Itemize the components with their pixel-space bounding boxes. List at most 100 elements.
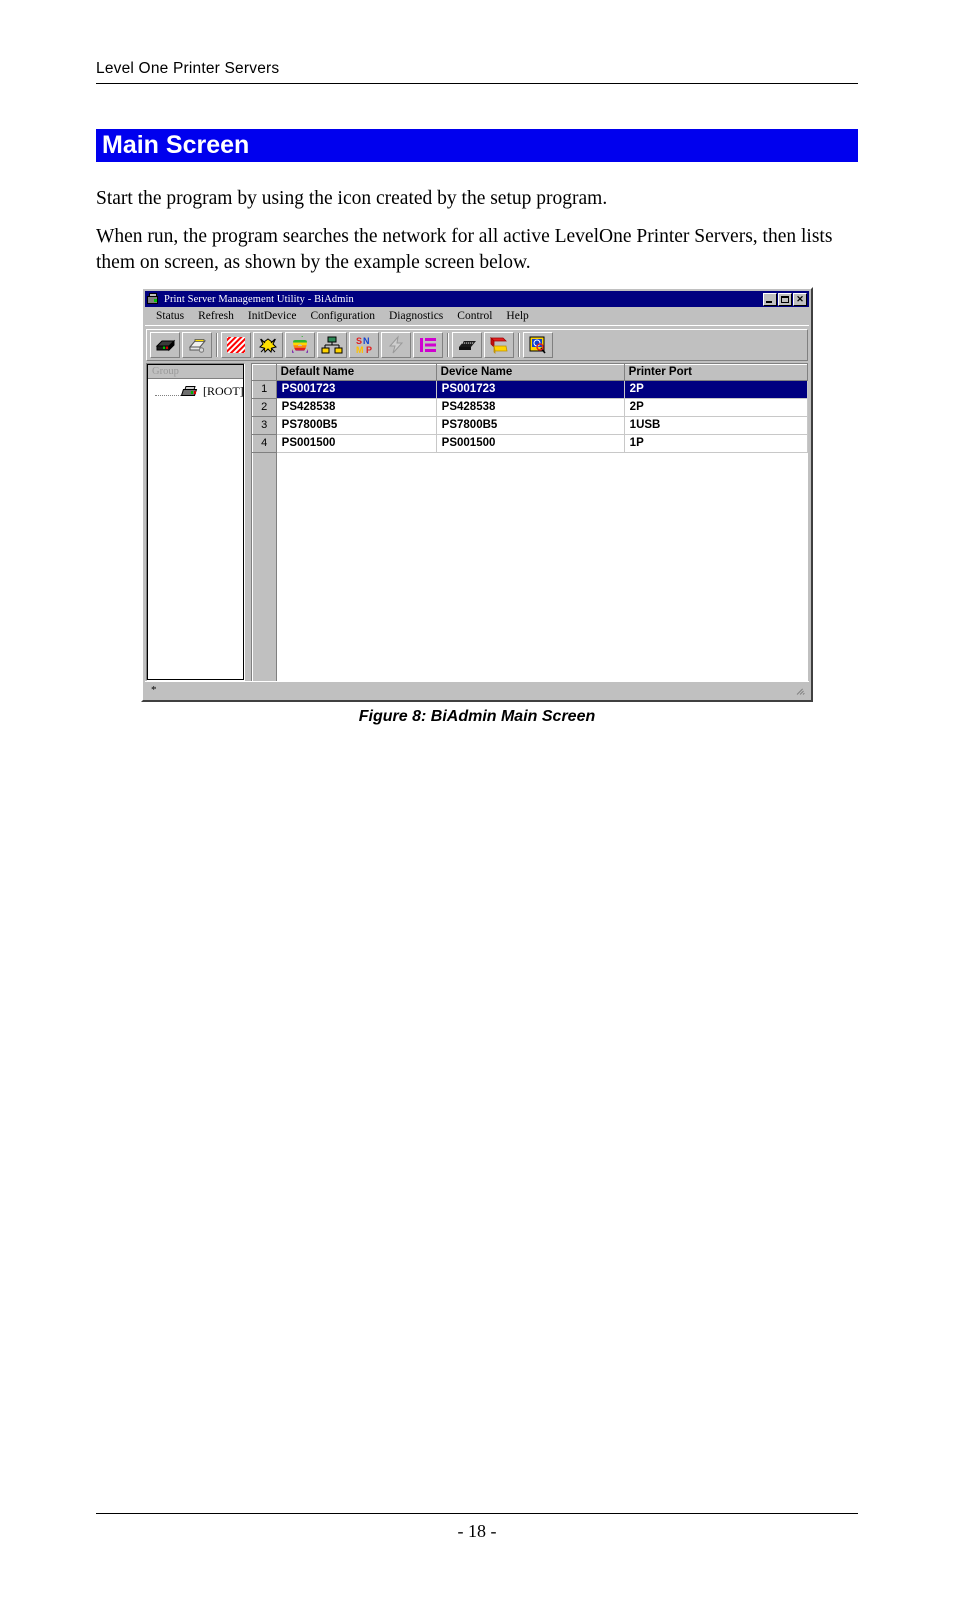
biadmin-window: Print Server Management Utility - BiAdmi… xyxy=(141,287,813,702)
svg-text:M: M xyxy=(356,345,364,355)
print-server-icon xyxy=(180,386,198,397)
row-index[interactable]: 2 xyxy=(251,398,277,417)
figure-caption: Figure 8: BiAdmin Main Screen xyxy=(358,708,596,725)
toolbar-button-firmware[interactable] xyxy=(452,332,482,358)
table-header-row: Default Name Device Name Printer Port xyxy=(251,364,808,381)
import-export-icon xyxy=(488,335,510,355)
running-header-text: Level One Printer Servers xyxy=(96,60,280,77)
row-index[interactable]: 3 xyxy=(251,416,277,435)
table-row[interactable]: 3 PS7800B5 PS7800B5 1USB xyxy=(251,416,808,435)
toolbar-button-web-admin[interactable] xyxy=(523,332,553,358)
window-title: Print Server Management Utility - BiAdmi… xyxy=(164,293,354,305)
column-header-default-name[interactable]: Default Name xyxy=(275,364,437,381)
section-heading-band: Main Screen xyxy=(96,129,858,162)
minimize-button[interactable] xyxy=(763,292,777,306)
status-text: * xyxy=(151,683,157,696)
cell-device-name: PS001500 xyxy=(436,434,625,453)
row-index[interactable]: 4 xyxy=(251,434,277,453)
toolbar-button-logical-port[interactable] xyxy=(413,332,443,358)
menu-item-initdevice[interactable]: InitDevice xyxy=(241,310,304,323)
header-rule xyxy=(96,83,858,84)
logical-port-icon xyxy=(417,335,439,355)
firmware-chip-icon xyxy=(456,335,478,355)
app-icon xyxy=(146,292,160,306)
toolbar-button-tcpip[interactable] xyxy=(317,332,347,358)
toolbar-button-netbeui[interactable] xyxy=(253,332,283,358)
empty-cell xyxy=(276,452,437,681)
internet-printing-icon xyxy=(385,335,407,355)
paragraph-intro: Start the program by using the icon crea… xyxy=(96,188,608,209)
document-page: Level One Printer Servers Main Screen St… xyxy=(0,0,954,1610)
toolbar: S N M P xyxy=(146,329,808,361)
menu-item-status[interactable]: Status xyxy=(149,310,191,323)
paragraph-description: When run, the program searches the netwo… xyxy=(96,226,833,273)
toolbar-button-snmp[interactable]: S N M P xyxy=(349,332,379,358)
cell-default-name: PS7800B5 xyxy=(276,416,437,435)
tree-header-label: Group xyxy=(152,365,179,377)
printer-icon xyxy=(186,335,208,355)
netbeui-icon xyxy=(257,335,279,355)
empty-cell xyxy=(624,452,808,681)
statusbar: * xyxy=(145,681,809,698)
netware-icon xyxy=(225,335,247,355)
menu-item-control[interactable]: Control xyxy=(450,310,499,323)
row-index[interactable]: 1 xyxy=(251,380,277,399)
cell-printer-port: 2P xyxy=(624,380,808,399)
menubar: Status Refresh InitDevice Configuration … xyxy=(145,308,809,325)
table-empty-area xyxy=(251,452,808,681)
column-header-index[interactable] xyxy=(251,364,277,381)
maximize-button[interactable] xyxy=(778,292,792,306)
tree-header: Group xyxy=(147,364,244,379)
running-header: Level One Printer Servers xyxy=(96,60,858,84)
page-number: - 18 - xyxy=(457,1521,497,1541)
cell-printer-port: 1USB xyxy=(624,416,808,435)
snmp-icon: S N M P xyxy=(353,335,375,355)
menu-item-help[interactable]: Help xyxy=(499,310,535,323)
toolbar-button-import-export[interactable] xyxy=(484,332,514,358)
tree-item-root[interactable]: [ROOT] xyxy=(147,383,244,400)
menubar-divider xyxy=(145,325,809,328)
close-button[interactable]: ✕ xyxy=(793,292,807,306)
table-row[interactable]: 4 PS001500 PS001500 1P xyxy=(251,434,808,453)
column-header-device-name[interactable]: Device Name xyxy=(435,364,625,381)
device-list-pane[interactable]: Default Name Device Name Printer Port 1 … xyxy=(250,363,808,681)
cell-default-name: PS001723 xyxy=(276,380,437,399)
table-row[interactable]: 2 PS428538 PS428538 2P xyxy=(251,398,808,417)
column-header-printer-port[interactable]: Printer Port xyxy=(623,364,808,381)
toolbar-button-internet-printing[interactable] xyxy=(381,332,411,358)
empty-cell xyxy=(436,452,625,681)
toolbar-button-appletalk[interactable] xyxy=(285,332,315,358)
menu-item-configuration[interactable]: Configuration xyxy=(303,310,382,323)
window-controls: ✕ xyxy=(763,292,808,306)
table-row[interactable]: 1 PS001723 PS001723 2P xyxy=(251,380,808,399)
tree-item-root-label: [ROOT] xyxy=(203,384,244,398)
cell-device-name: PS428538 xyxy=(436,398,625,417)
toolbar-divider xyxy=(216,333,218,357)
group-tree-pane[interactable]: Group [ROOT] xyxy=(146,363,245,681)
cell-device-name: PS7800B5 xyxy=(436,416,625,435)
cell-device-name: PS001723 xyxy=(436,380,625,399)
appletalk-icon xyxy=(289,335,311,355)
toolbar-divider-2 xyxy=(447,333,449,357)
resize-grip[interactable] xyxy=(795,684,807,696)
cell-default-name: PS001500 xyxy=(276,434,437,453)
menu-item-refresh[interactable]: Refresh xyxy=(191,310,241,323)
cell-printer-port: 2P xyxy=(624,398,808,417)
toolbar-button-printer[interactable] xyxy=(182,332,212,358)
footer-rule xyxy=(96,1513,858,1514)
tree-connector xyxy=(155,387,181,396)
cell-default-name: PS428538 xyxy=(276,398,437,417)
toolbar-button-print-server[interactable] xyxy=(150,332,180,358)
window-titlebar: Print Server Management Utility - BiAdmi… xyxy=(145,291,809,307)
cell-printer-port: 1P xyxy=(624,434,808,453)
row-index-filler xyxy=(251,452,277,681)
device-table: Default Name Device Name Printer Port 1 … xyxy=(251,364,808,681)
tcpip-icon xyxy=(321,335,343,355)
print-server-icon xyxy=(154,335,176,355)
client-area: Group [ROOT] Default Name Device Name Pr… xyxy=(146,363,808,681)
web-admin-icon xyxy=(527,335,549,355)
svg-text:P: P xyxy=(366,345,372,355)
toolbar-button-netware[interactable] xyxy=(221,332,251,358)
menu-item-diagnostics[interactable]: Diagnostics xyxy=(382,310,450,323)
toolbar-divider-3 xyxy=(518,333,520,357)
